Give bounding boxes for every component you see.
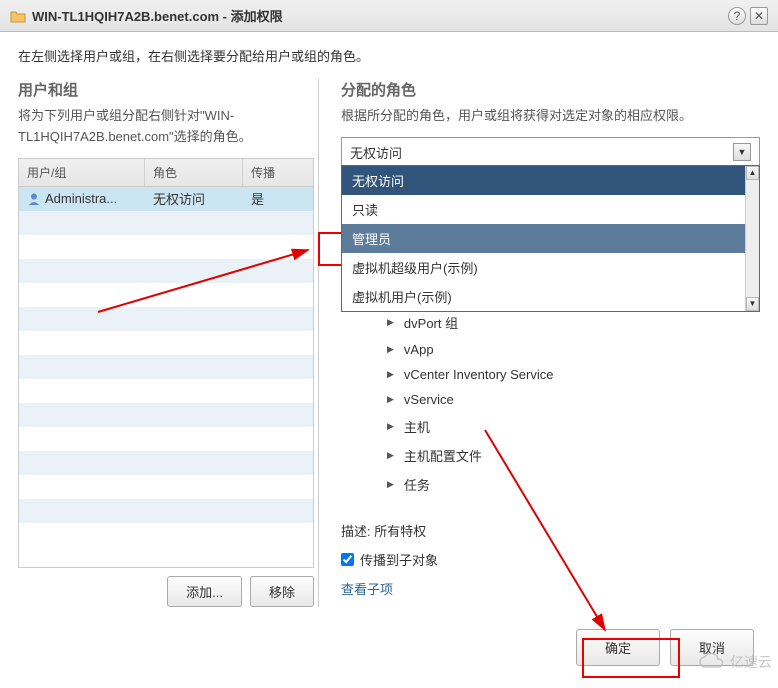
description-value: 所有特权 bbox=[374, 524, 426, 539]
ok-button[interactable]: 确定 bbox=[576, 629, 660, 666]
table-row[interactable] bbox=[19, 331, 313, 355]
table-row[interactable] bbox=[19, 307, 313, 331]
folder-icon bbox=[10, 9, 26, 23]
caret-right-icon: ▶ bbox=[387, 344, 394, 355]
cell-propagate: 是 bbox=[243, 189, 313, 208]
window-title: WIN-TL1HQIH7A2B.benet.com - 添加权限 bbox=[32, 6, 728, 25]
role-dropdown: 无权访问 只读 管理员 虚拟机超级用户(示例) 虚拟机用户(示例) ▲ ▼ bbox=[341, 165, 760, 312]
tree-item[interactable]: ▶ 主机配置文件 bbox=[341, 441, 760, 470]
tree-item[interactable]: ▶ vCenter Inventory Service bbox=[341, 362, 760, 387]
col-user[interactable]: 用户/组 bbox=[19, 159, 145, 186]
table-row[interactable] bbox=[19, 259, 313, 283]
dropdown-item[interactable]: 无权访问 bbox=[342, 166, 759, 195]
col-propagate[interactable]: 传播 bbox=[243, 159, 313, 186]
propagate-input[interactable] bbox=[341, 553, 354, 566]
panel-divider bbox=[318, 79, 319, 607]
chevron-down-icon[interactable]: ▼ bbox=[733, 143, 751, 161]
watermark-text: 亿速云 bbox=[730, 652, 772, 672]
roles-desc: 根据所分配的角色，用户或组将获得对选定对象的相应权限。 bbox=[341, 106, 760, 127]
table-row[interactable] bbox=[19, 235, 313, 259]
tree-label: 任务 bbox=[404, 475, 430, 494]
tree-item[interactable]: ▶ 任务 bbox=[341, 470, 760, 499]
table-row[interactable] bbox=[19, 379, 313, 403]
roles-panel: 分配的角色 根据所分配的角色，用户或组将获得对选定对象的相应权限。 无权访问 ▼… bbox=[323, 79, 760, 607]
tree-label: vCenter Inventory Service bbox=[404, 367, 554, 382]
table-row[interactable] bbox=[19, 451, 313, 475]
table-row[interactable] bbox=[19, 403, 313, 427]
caret-right-icon: ▶ bbox=[387, 450, 394, 461]
propagate-checkbox[interactable]: 传播到子对象 bbox=[341, 550, 760, 569]
table-body: Administra... 无权访问 是 bbox=[19, 187, 313, 567]
table-row[interactable] bbox=[19, 499, 313, 523]
table-row[interactable] bbox=[19, 475, 313, 499]
watermark: 亿速云 bbox=[698, 652, 772, 672]
role-select[interactable]: 无权访问 ▼ 无权访问 只读 管理员 虚拟机超级用户(示例) 虚拟机用户(示例)… bbox=[341, 137, 760, 168]
table-row[interactable]: Administra... 无权访问 是 bbox=[19, 187, 313, 211]
dropdown-item[interactable]: 只读 bbox=[342, 195, 759, 224]
role-description: 描述: 所有特权 bbox=[341, 521, 760, 540]
caret-right-icon: ▶ bbox=[387, 421, 394, 432]
tree-label: vService bbox=[404, 392, 454, 407]
col-role[interactable]: 角色 bbox=[145, 159, 243, 186]
description-label: 描述: bbox=[341, 524, 371, 539]
users-heading: 用户和组 bbox=[18, 79, 314, 100]
table-row[interactable] bbox=[19, 211, 313, 235]
cloud-icon bbox=[698, 653, 726, 671]
titlebar: WIN-TL1HQIH7A2B.benet.com - 添加权限 ? ✕ bbox=[0, 0, 778, 32]
help-icon[interactable]: ? bbox=[728, 7, 746, 25]
close-icon[interactable]: ✕ bbox=[750, 7, 768, 25]
table-header: 用户/组 角色 传播 bbox=[19, 159, 313, 187]
users-desc: 将为下列用户或组分配右侧针对"WIN-TL1HQIH7A2B.benet.com… bbox=[18, 106, 314, 148]
tree-item[interactable]: ▶ vApp bbox=[341, 337, 760, 362]
table-row[interactable] bbox=[19, 355, 313, 379]
scrollbar[interactable]: ▲ ▼ bbox=[745, 166, 759, 311]
dropdown-item-admin[interactable]: 管理员 bbox=[342, 224, 759, 253]
caret-right-icon: ▶ bbox=[387, 479, 394, 490]
roles-heading: 分配的角色 bbox=[341, 79, 760, 100]
caret-right-icon: ▶ bbox=[387, 369, 394, 380]
scroll-down-icon[interactable]: ▼ bbox=[746, 297, 759, 311]
users-panel: 用户和组 将为下列用户或组分配右侧针对"WIN-TL1HQIH7A2B.bene… bbox=[18, 79, 314, 607]
caret-right-icon: ▶ bbox=[387, 317, 394, 328]
table-row[interactable] bbox=[19, 283, 313, 307]
role-selected-value: 无权访问 bbox=[350, 143, 402, 162]
remove-button[interactable]: 移除 bbox=[250, 576, 314, 607]
users-table: 用户/组 角色 传播 Administra... 无权访问 是 bbox=[18, 158, 314, 568]
role-select-box[interactable]: 无权访问 ▼ bbox=[341, 137, 760, 168]
dialog-footer: 确定 取消 bbox=[0, 607, 778, 688]
tree-label: dvPort 组 bbox=[404, 313, 458, 332]
cell-role: 无权访问 bbox=[145, 189, 243, 208]
caret-right-icon: ▶ bbox=[387, 394, 394, 405]
tree-item[interactable]: ▶ dvPort 组 bbox=[341, 308, 760, 337]
tree-label: vApp bbox=[404, 342, 434, 357]
view-children-link[interactable]: 查看子项 bbox=[341, 579, 760, 598]
dropdown-item[interactable]: 虚拟机用户(示例) bbox=[342, 282, 759, 311]
user-icon bbox=[27, 192, 41, 206]
dropdown-item[interactable]: 虚拟机超级用户(示例) bbox=[342, 253, 759, 282]
cell-user: Administra... bbox=[45, 191, 117, 206]
propagate-label: 传播到子对象 bbox=[360, 550, 438, 569]
tree-label: 主机配置文件 bbox=[404, 446, 482, 465]
tree-item[interactable]: ▶ vService bbox=[341, 387, 760, 412]
table-row[interactable] bbox=[19, 427, 313, 451]
add-button[interactable]: 添加... bbox=[167, 576, 242, 607]
instructions-text: 在左侧选择用户或组，在右侧选择要分配给用户或组的角色。 bbox=[0, 32, 778, 79]
privilege-tree: ▶ dvPort 组 ▶ vApp ▶ vCenter Inventory Servi… bbox=[341, 304, 760, 499]
scroll-up-icon[interactable]: ▲ bbox=[746, 166, 759, 180]
table-row[interactable] bbox=[19, 523, 313, 547]
tree-item[interactable]: ▶ 主机 bbox=[341, 412, 760, 441]
tree-label: 主机 bbox=[404, 417, 430, 436]
